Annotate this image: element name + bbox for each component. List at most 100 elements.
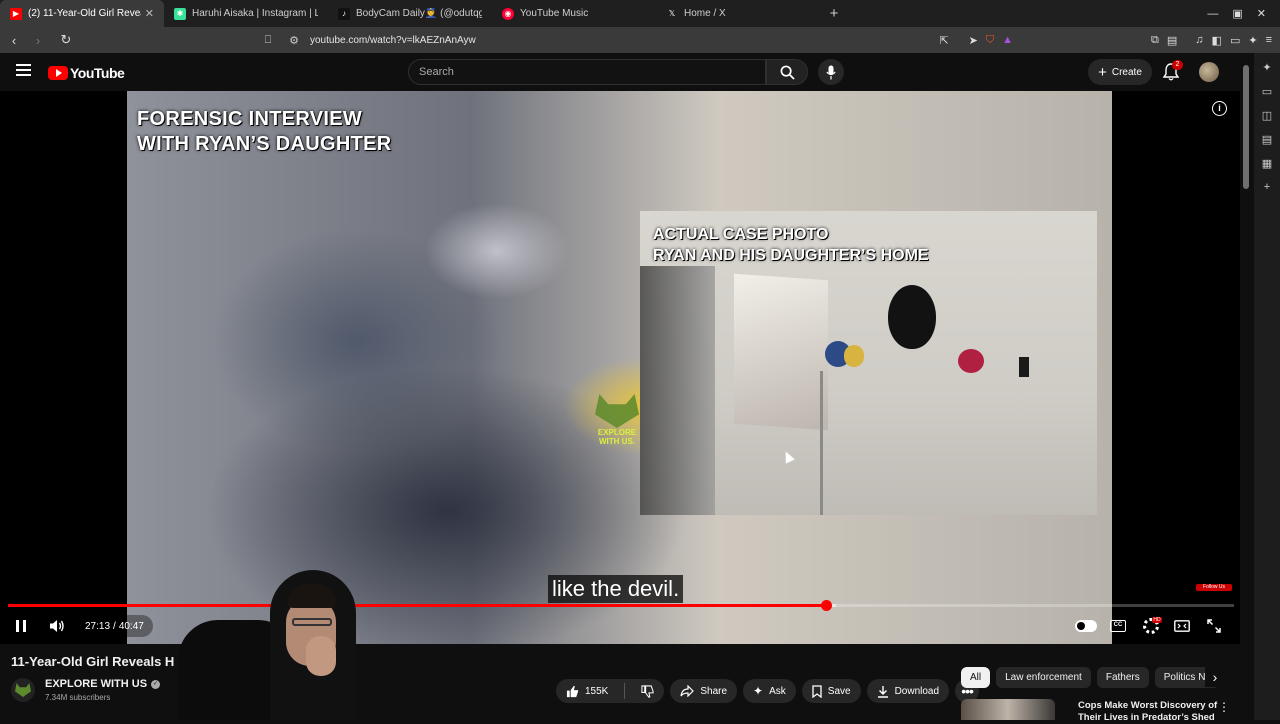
share-icon [680,685,695,697]
channel-name[interactable]: EXPLORE WITH US ✓ [45,678,161,690]
chip-law-enforcement[interactable]: Law enforcement [996,666,1091,688]
wallet-sidebar-icon[interactable]: ◫ [1262,109,1272,122]
closed-caption-text: like the devil. [548,575,684,603]
pause-button[interactable] [10,616,32,636]
minimize-icon[interactable]: — [1207,8,1218,20]
webcam-hair [288,584,336,608]
video-actions: 155K Share ✦ Ask Save Download ••• [556,679,980,703]
youtube-logo[interactable]: YouTube [48,65,125,81]
thumbs-up-icon [566,685,579,697]
youtube-masthead: YouTube Search + Create 2 [0,53,1240,91]
back-icon[interactable]: ‹ [4,30,24,50]
hd-badge: HD [1152,617,1162,623]
create-button[interactable]: + Create [1088,59,1152,85]
guide-menu-icon[interactable] [16,64,31,78]
dislike-button[interactable] [631,679,664,703]
inset-wall-decor [888,285,936,349]
send-to-device-icon[interactable]: ➤ [969,34,978,47]
open-external-icon[interactable]: ⇱ [939,34,948,47]
tab-title: (2) 11-Year-Old Girl Reveals [28,8,141,19]
channel-avatar[interactable] [11,678,35,702]
recommended-video-title[interactable]: Cops Make Worst Discovery of Their Lives… [1078,700,1220,724]
scrubber-knob[interactable] [820,600,832,611]
recommended-video-thumbnail[interactable] [961,699,1055,720]
maximize-icon[interactable]: ▣ [1232,7,1242,20]
watermark-text: EXPLORE [597,428,637,437]
youtube-favicon-icon: ▶ [10,7,22,20]
inset-window [640,266,715,515]
close-window-icon[interactable]: ✕ [1257,7,1266,20]
history-sidebar-icon[interactable]: ▦ [1262,157,1272,170]
browser-tab-x[interactable]: 𝕏 Home / X [656,0,820,27]
reload-icon[interactable]: ↻ [56,30,76,50]
subscriber-count: 7.34M subscribers [45,693,111,702]
save-label: Save [827,685,851,697]
recommended-more-icon[interactable]: ⋮ [1218,700,1230,714]
theater-mode-icon [1174,620,1190,632]
info-icon[interactable]: i [1212,101,1227,116]
media-icon[interactable]: ♫ [1195,34,1203,46]
tab-title: Haruhi Aisaka | Instagram | Lin [192,8,318,19]
ask-button[interactable]: ✦ Ask [743,679,796,703]
inset-caption-line: RYAN AND HIS DAUGHTER’S HOME [653,247,929,264]
screenshot-icon[interactable]: ▤ [1167,34,1177,47]
new-tab-button[interactable]: + [822,0,846,27]
forward-icon[interactable]: › [28,30,48,50]
download-label: Download [894,685,940,697]
sidebar-toggle-icon[interactable]: ◧ [1212,34,1222,47]
chip-all[interactable]: All [961,666,991,688]
browser-tab-tiktok[interactable]: ♪ BodyCam Daily👮 (@odutqgp71 [328,0,492,27]
bookmarks-sidebar-icon[interactable]: ▤ [1262,133,1272,146]
browser-tab-youtube-music[interactable]: ◉ YouTube Music [492,0,656,27]
channel-watermark: EXPLORE WITH US. [594,394,640,446]
account-avatar[interactable] [1199,62,1219,82]
menu-icon[interactable]: ≡ [1266,34,1272,46]
related-filter-chips: All Law enforcement Fathers Politics Ne [961,666,1227,688]
search-input[interactable]: Search [408,59,766,85]
microphone-icon [826,65,836,79]
share-button[interactable]: Share [670,679,738,703]
youtube-music-favicon-icon: ◉ [502,7,514,20]
browser-tab-youtube-video[interactable]: ▶ (2) 11-Year-Old Girl Reveals ✕ [0,0,164,27]
add-sidebar-item-icon[interactable]: + [1264,181,1270,193]
captions-button[interactable]: CC [1108,616,1128,636]
toggle-switch-icon [1075,620,1097,632]
save-button[interactable]: Save [801,679,861,703]
inset-wall-tag [1019,357,1029,377]
leo-sidebar-icon[interactable]: ✦ [1262,61,1271,74]
autoplay-toggle[interactable] [1074,616,1098,636]
miniplayer-button[interactable] [1172,616,1192,636]
chips-next-chevron-icon[interactable]: › [1205,666,1225,687]
address-bar[interactable]: ⎕ ⚙ youtube.com/watch?v=lkAEZnAnAyw [258,30,1000,50]
fullscreen-icon [1207,619,1221,633]
chip-fathers[interactable]: Fathers [1096,666,1149,688]
sparkle-icon: ✦ [753,684,764,698]
close-tab-icon[interactable]: ✕ [145,7,154,20]
browser-tab-strip: ▶ (2) 11-Year-Old Girl Reveals ✕ ✱ Haruh… [0,0,1280,27]
extensions-icon[interactable]: ⧉ [1151,34,1159,47]
channel-name-text[interactable]: EXPLORE WITH US [45,678,147,690]
leo-ai-icon[interactable]: ✦ [1248,34,1257,47]
video-title: 11-Year-Old Girl Reveals H [11,654,175,669]
brave-shield-icon[interactable]: ⛉ [986,34,994,47]
wallet-icon[interactable]: ▭ [1230,34,1240,47]
watermark-text: WITH US. [599,437,635,446]
bookmark-icon[interactable]: ⎕ [258,34,278,47]
download-button[interactable]: Download [866,679,950,703]
brave-rewards-icon[interactable]: ▲ [1002,34,1013,46]
search-button[interactable] [766,59,808,85]
scrollbar-thumb[interactable] [1243,65,1249,189]
reading-list-icon[interactable]: ▭ [1262,85,1272,98]
voice-search-button[interactable] [818,59,844,85]
logo-text: YouTube [70,65,125,81]
site-settings-icon[interactable]: ⚙ [284,34,304,47]
page-scrollbar[interactable] [1240,53,1254,720]
fullscreen-button[interactable] [1204,616,1224,636]
mute-button[interactable] [46,616,68,636]
url-text[interactable]: youtube.com/watch?v=lkAEZnAnAyw [310,35,476,46]
ask-label: Ask [769,685,786,697]
like-button[interactable]: 155K [556,679,618,703]
current-time: 27:13 [85,620,111,632]
x-favicon-icon: 𝕏 [668,9,676,18]
browser-tab-instagram[interactable]: ✱ Haruhi Aisaka | Instagram | Lin [164,0,328,27]
